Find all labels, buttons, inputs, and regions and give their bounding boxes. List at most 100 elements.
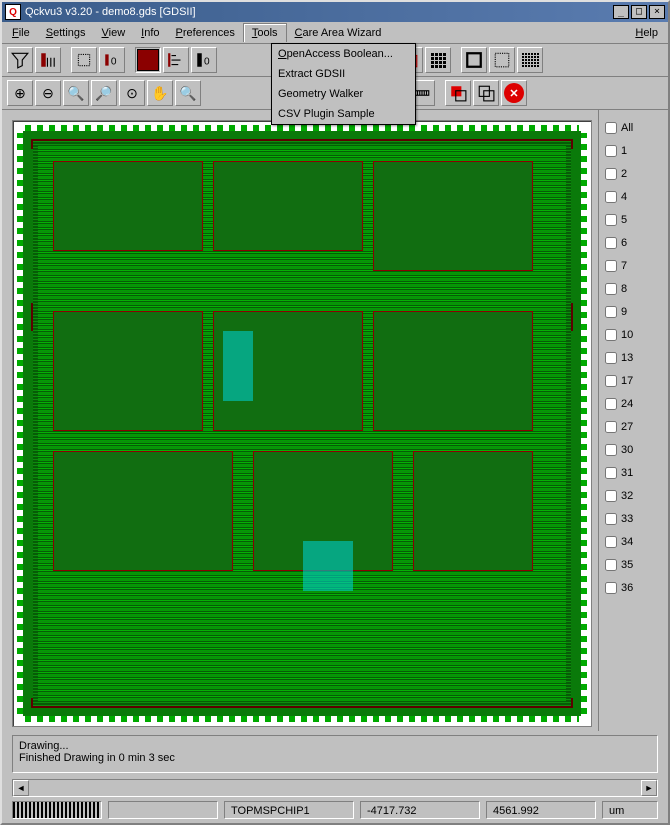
menu-help[interactable]: Help xyxy=(625,24,668,42)
svg-text:0: 0 xyxy=(204,57,210,68)
layer-checkbox-9[interactable] xyxy=(605,306,617,318)
layer-row-4[interactable]: 4 xyxy=(603,185,664,208)
pan-icon[interactable]: ✋ xyxy=(147,80,173,106)
layer-row-9[interactable]: 9 xyxy=(603,300,664,323)
scroll-right-icon[interactable]: ► xyxy=(641,780,657,796)
layer-checkbox-10[interactable] xyxy=(605,329,617,341)
footer-coord-x: -4717.732 xyxy=(360,801,480,819)
layer-row-36[interactable]: 36 xyxy=(603,576,664,599)
layer-checkbox-5[interactable] xyxy=(605,214,617,226)
layer-zero-icon[interactable]: 0 xyxy=(99,47,125,73)
scroll-left-icon[interactable]: ◄ xyxy=(13,780,29,796)
layer-label: 10 xyxy=(621,329,633,341)
layer-checkbox-27[interactable] xyxy=(605,421,617,433)
footer-blank xyxy=(108,801,218,819)
layer-all-label: All xyxy=(621,122,633,134)
overlap-red-icon[interactable] xyxy=(445,80,471,106)
layer-row-13[interactable]: 13 xyxy=(603,346,664,369)
tools-geometry-walker[interactable]: Geometry Walker xyxy=(272,84,415,104)
menu-file[interactable]: File xyxy=(4,24,38,42)
layer-row-5[interactable]: 5 xyxy=(603,208,664,231)
layer-checkbox-13[interactable] xyxy=(605,352,617,364)
layer-checkbox-24[interactable] xyxy=(605,398,617,410)
layer-checkbox-17[interactable] xyxy=(605,375,617,387)
zoom-in-icon[interactable]: 🔎 xyxy=(91,80,117,106)
grid-dots-icon[interactable] xyxy=(425,47,451,73)
layer-row-1[interactable]: 1 xyxy=(603,139,664,162)
menu-settings[interactable]: Settings xyxy=(38,24,94,42)
layer-row-17[interactable]: 17 xyxy=(603,369,664,392)
menu-info[interactable]: Info xyxy=(133,24,167,42)
layer-label: 36 xyxy=(621,582,633,594)
layer-checkbox-2[interactable] xyxy=(605,168,617,180)
zoom-fit-icon[interactable]: ⊕ xyxy=(7,80,33,106)
align-left-icon[interactable] xyxy=(163,47,189,73)
minimize-button[interactable]: _ xyxy=(613,5,629,19)
layer-label: 17 xyxy=(621,375,633,387)
menu-tools[interactable]: Tools xyxy=(243,23,287,42)
chip-canvas[interactable] xyxy=(12,120,592,727)
tools-openaccess-boolean[interactable]: OOpenAccess Boolean...penAccess Boolean.… xyxy=(272,44,415,64)
color-swatch xyxy=(137,49,159,71)
close-button[interactable]: × xyxy=(649,5,665,19)
maximize-button[interactable]: □ xyxy=(631,5,647,19)
menu-preferences[interactable]: Preferences xyxy=(168,24,243,42)
layer-label: 1 xyxy=(621,145,627,157)
layer-checkbox-32[interactable] xyxy=(605,490,617,502)
layer-label: 7 xyxy=(621,260,627,272)
rect-outline-icon[interactable] xyxy=(461,47,487,73)
layer-row-32[interactable]: 32 xyxy=(603,484,664,507)
layer-row-10[interactable]: 10 xyxy=(603,323,664,346)
layer-checkbox-6[interactable] xyxy=(605,237,617,249)
overlap-outline-icon[interactable] xyxy=(473,80,499,106)
layer-checkbox-36[interactable] xyxy=(605,582,617,594)
viewport[interactable] xyxy=(2,110,598,731)
tools-csv-plugin-sample[interactable]: CSV Plugin Sample xyxy=(272,104,415,124)
filter-icon[interactable] xyxy=(7,47,33,73)
layer-row-31[interactable]: 31 xyxy=(603,461,664,484)
tools-extract-gdsii[interactable]: Extract GDSII xyxy=(272,64,415,84)
stop-icon[interactable]: ✕ xyxy=(501,80,527,106)
depth-zero-icon[interactable]: 0 xyxy=(191,47,217,73)
layer-row-24[interactable]: 24 xyxy=(603,392,664,415)
layer-checkbox-33[interactable] xyxy=(605,513,617,525)
zoom-selection-icon[interactable]: 🔍 xyxy=(175,80,201,106)
zoom-area-icon[interactable]: 🔍 xyxy=(63,80,89,106)
layer-row-34[interactable]: 34 xyxy=(603,530,664,553)
footer-bar: TOPMSPCHIP1 -4717.732 4561.992 um xyxy=(2,799,668,823)
layer-row-33[interactable]: 33 xyxy=(603,507,664,530)
layers-side-icon[interactable] xyxy=(35,47,61,73)
layer-row-8[interactable]: 8 xyxy=(603,277,664,300)
layer-row-7[interactable]: 7 xyxy=(603,254,664,277)
layer-all[interactable]: All xyxy=(603,116,664,139)
layer-checkbox-7[interactable] xyxy=(605,260,617,272)
layer-checkbox-31[interactable] xyxy=(605,467,617,479)
layer-checkbox-30[interactable] xyxy=(605,444,617,456)
layer-row-2[interactable]: 2 xyxy=(603,162,664,185)
outline-icon[interactable] xyxy=(71,47,97,73)
window-title: Qckvu3 v3.20 - demo8.gds [GDSII] xyxy=(25,6,613,18)
layer-label: 8 xyxy=(621,283,627,295)
layer-row-27[interactable]: 27 xyxy=(603,415,664,438)
zoom-out-icon[interactable]: ⊖ xyxy=(35,80,61,106)
layer-all-checkbox[interactable] xyxy=(605,122,617,134)
layer-label: 5 xyxy=(621,214,627,226)
layer-row-6[interactable]: 6 xyxy=(603,231,664,254)
layer-checkbox-1[interactable] xyxy=(605,145,617,157)
horizontal-scrollbar[interactable]: ◄ ► xyxy=(12,779,658,797)
rect-dense-icon[interactable] xyxy=(517,47,543,73)
layer-row-30[interactable]: 30 xyxy=(603,438,664,461)
fill-swatch[interactable] xyxy=(135,47,161,73)
menu-care-area-wizard[interactable]: Care Area Wizard xyxy=(287,24,390,42)
layer-label: 34 xyxy=(621,536,633,548)
layer-checkbox-8[interactable] xyxy=(605,283,617,295)
menu-view[interactable]: View xyxy=(94,24,134,42)
layer-checkbox-34[interactable] xyxy=(605,536,617,548)
rect-dashed-icon[interactable] xyxy=(489,47,515,73)
layer-checkbox-4[interactable] xyxy=(605,191,617,203)
layer-row-35[interactable]: 35 xyxy=(603,553,664,576)
footer-cell-name: TOPMSPCHIP1 xyxy=(224,801,354,819)
zoom-full-icon[interactable]: ⊙ xyxy=(119,80,145,106)
layer-checkbox-35[interactable] xyxy=(605,559,617,571)
layer-label: 30 xyxy=(621,444,633,456)
